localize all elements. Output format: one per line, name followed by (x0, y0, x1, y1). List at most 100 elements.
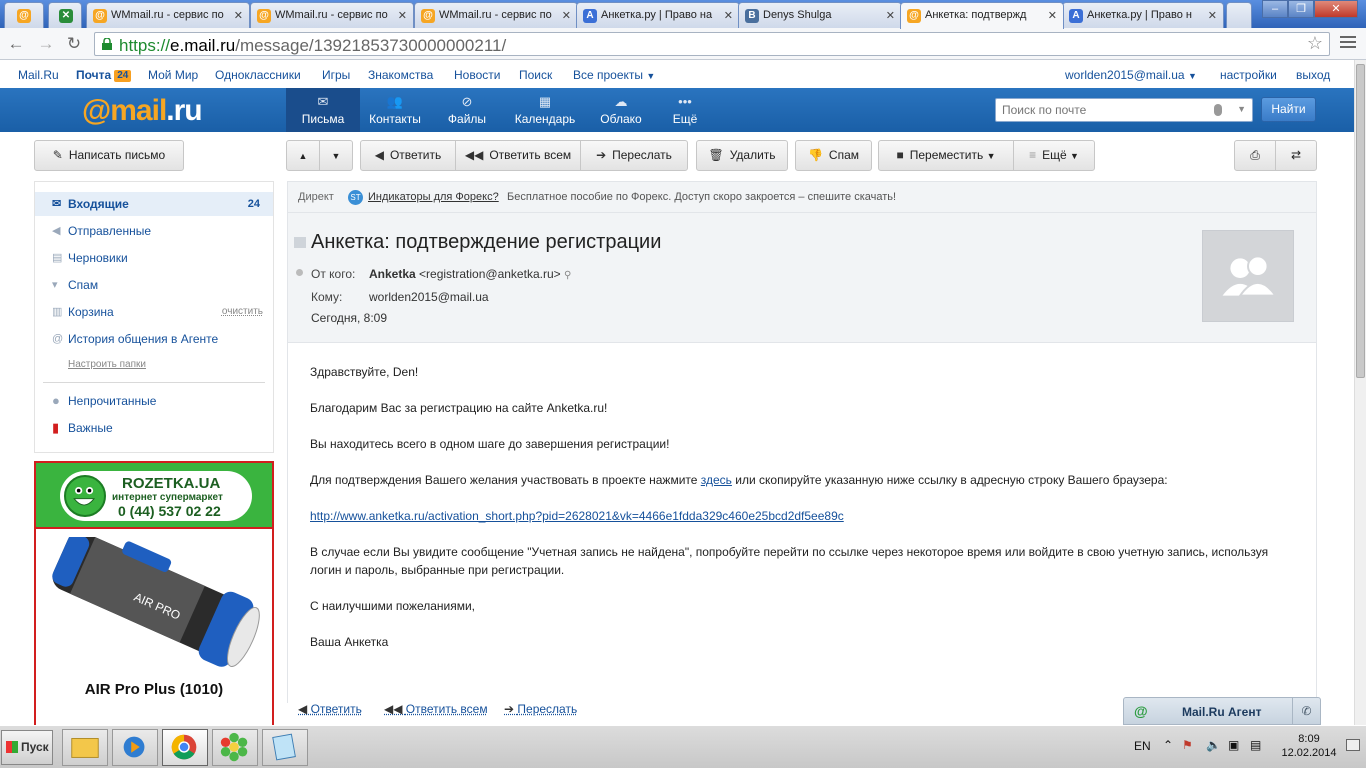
delete-button[interactable]: 🗑 Удалить (696, 140, 788, 171)
browser-tab[interactable]: @ WMmail.ru - сервис по ✕ (86, 2, 250, 28)
folder-agent-history[interactable]: @ История общения в Агенте (35, 327, 273, 351)
filter-important[interactable]: ▮ Важные (35, 416, 273, 440)
next-message-button[interactable]: ▼ (319, 140, 353, 171)
empty-trash-link[interactable]: очистить (222, 300, 263, 324)
more-button[interactable]: ≡ Ещё ▼ (1013, 140, 1095, 171)
reply-button[interactable]: ◀ Ответить (360, 140, 456, 171)
folder-drafts[interactable]: ▤ Черновики (35, 246, 273, 270)
compose-button[interactable]: ✎ Написать письмо (34, 140, 184, 171)
portal-link-search[interactable]: Поиск (519, 68, 552, 82)
folder-spam[interactable]: ▾ Спам (35, 273, 273, 297)
user-account-menu[interactable]: worlden2015@mail.ua ▼ (1065, 68, 1197, 82)
bookmark-star-icon[interactable]: ☆ (1307, 33, 1323, 54)
back-icon[interactable]: ← (6, 34, 26, 54)
search-button[interactable]: Найти (1261, 97, 1316, 122)
flag-icon[interactable] (294, 237, 306, 248)
start-button[interactable]: Пуск (1, 730, 53, 765)
portal-link-ok[interactable]: Одноклассники (215, 68, 301, 82)
phone-icon[interactable]: ✆ (1292, 698, 1320, 724)
network-icon[interactable]: ▣ (1228, 738, 1239, 752)
close-window-button[interactable]: ✕ (1314, 0, 1358, 18)
search-icon[interactable]: ⚲ (564, 270, 571, 281)
browser-tab[interactable]: A Анкетка.ру | Право н ✕ (1062, 2, 1224, 28)
close-icon[interactable]: ✕ (562, 9, 571, 22)
browser-tab-mailru[interactable]: @ (4, 2, 44, 28)
portal-link-games[interactable]: Игры (322, 68, 350, 82)
translate-button[interactable]: ⇄ (1275, 140, 1317, 171)
speaker-icon[interactable]: 🔈 (1206, 738, 1221, 752)
rozetka-ad-banner[interactable]: ROZETKA.UA интернет супермаркет 0 (44) 5… (34, 461, 274, 731)
browser-menu-icon[interactable] (1340, 36, 1356, 50)
nav-letters[interactable]: ✉ Письма (286, 88, 360, 132)
portal-link-dating[interactable]: Знакомства (368, 68, 433, 82)
reload-icon[interactable]: ↻ (64, 34, 84, 54)
folder-trash[interactable]: ▥ Корзина очистить (35, 300, 273, 324)
folder-sent[interactable]: ◀ Отправленные (35, 219, 273, 243)
minimize-button[interactable]: – (1262, 0, 1288, 18)
direct-ad-link[interactable]: Индикаторы для Форекс? (368, 182, 499, 212)
browser-tab[interactable]: @ WMmail.ru - сервис по ✕ (250, 2, 414, 28)
filter-unread[interactable]: ● Непрочитанные (35, 389, 273, 413)
mailru-logo[interactable]: @mail.ru (82, 94, 203, 128)
taskbar-explorer[interactable] (62, 729, 108, 766)
print-button[interactable]: ⎙ (1234, 140, 1276, 171)
browser-tab[interactable]: A Анкетка.ру | Право на ✕ (576, 2, 740, 28)
folder-inbox[interactable]: ✉ Входящие 24 (35, 192, 273, 216)
clock[interactable]: 8:09 12.02.2014 (1281, 732, 1337, 760)
restore-button[interactable]: ❐ (1288, 0, 1314, 18)
browser-tab-active[interactable]: @ Анкетка: подтвержд ✕ (900, 2, 1064, 29)
nav-contacts[interactable]: 👥 Контакты (358, 88, 432, 132)
spam-button[interactable]: 👎 Спам (795, 140, 872, 171)
logout-link[interactable]: выход (1296, 68, 1330, 82)
show-desktop-icon[interactable] (1346, 739, 1360, 751)
reply-all-button[interactable]: ◀◀ Ответить всем (455, 140, 581, 171)
forward-icon[interactable]: → (36, 34, 56, 54)
address-bar[interactable]: https://e.mail.ru/message/13921853730000… (94, 32, 1330, 56)
close-icon[interactable]: ✕ (1208, 9, 1217, 22)
browser-tab[interactable]: @ WMmail.ru - сервис по ✕ (414, 2, 578, 28)
portal-link-moi-mir[interactable]: Мой Мир (148, 68, 198, 82)
search-input[interactable] (1002, 100, 1202, 120)
nav-more[interactable]: ••• Ещё (648, 88, 722, 132)
activation-link[interactable]: http://www.anketka.ru/activation_short.p… (310, 509, 844, 523)
nav-calendar[interactable]: ▦ Календарь (506, 88, 584, 132)
language-indicator[interactable]: EN (1134, 739, 1151, 753)
settings-link[interactable]: настройки (1220, 68, 1277, 82)
keyboard-icon[interactable]: ▤ (1250, 738, 1261, 752)
taskbar-media-player[interactable] (112, 729, 158, 766)
bottom-reply-all-link[interactable]: ◀◀ Ответить всем (384, 702, 488, 716)
sender-email[interactable]: <registration@anketka.ru> (419, 267, 561, 281)
move-button[interactable]: ■ Переместить ▼ (878, 140, 1014, 171)
close-icon[interactable]: ✕ (234, 9, 243, 22)
new-tab-button[interactable] (1226, 2, 1252, 28)
confirm-here-link[interactable]: здесь (701, 473, 732, 487)
chevron-down-icon[interactable]: ▼ (1237, 104, 1246, 114)
setup-folders-link[interactable]: Настроить папки (68, 359, 146, 370)
page-scrollbar[interactable] (1354, 60, 1366, 725)
close-icon[interactable]: ✕ (398, 9, 407, 22)
portal-link-mailru[interactable]: Mail.Ru (18, 68, 59, 82)
bottom-forward-link[interactable]: ➔ Переслать (504, 702, 577, 716)
taskbar-chrome[interactable] (162, 729, 208, 766)
close-icon[interactable]: ✕ (724, 9, 733, 22)
portal-link-all-projects[interactable]: Все проекты ▼ (573, 68, 655, 82)
browser-tab-x[interactable]: ✕ (48, 2, 82, 28)
close-icon[interactable]: ✕ (1048, 9, 1057, 22)
read-status-dot[interactable] (296, 269, 303, 276)
taskbar-icq[interactable] (212, 729, 258, 766)
mailru-agent-bar[interactable]: @ Mail.Ru Агент ✆ (1123, 697, 1321, 725)
forward-button[interactable]: ➔ Переслать (580, 140, 688, 171)
flag-alert-icon[interactable]: ⚑ (1182, 738, 1193, 752)
microphone-icon[interactable] (1214, 104, 1222, 116)
portal-link-pochta[interactable]: Почта 24 (76, 68, 132, 83)
scrollbar-thumb[interactable] (1356, 64, 1365, 378)
browser-tab[interactable]: B Denys Shulga ✕ (738, 2, 902, 28)
previous-message-button[interactable]: ▲ (286, 140, 320, 171)
bottom-reply-link[interactable]: ◀ Ответить (298, 702, 362, 716)
close-icon[interactable]: ✕ (886, 9, 895, 22)
nav-files[interactable]: ⊘ Файлы (430, 88, 504, 132)
sender-name[interactable]: Anketka (369, 267, 416, 281)
nav-cloud[interactable]: ☁ Облако (584, 88, 658, 132)
portal-link-news[interactable]: Новости (454, 68, 500, 82)
recipient-email[interactable]: worlden2015@mail.ua (369, 290, 489, 304)
